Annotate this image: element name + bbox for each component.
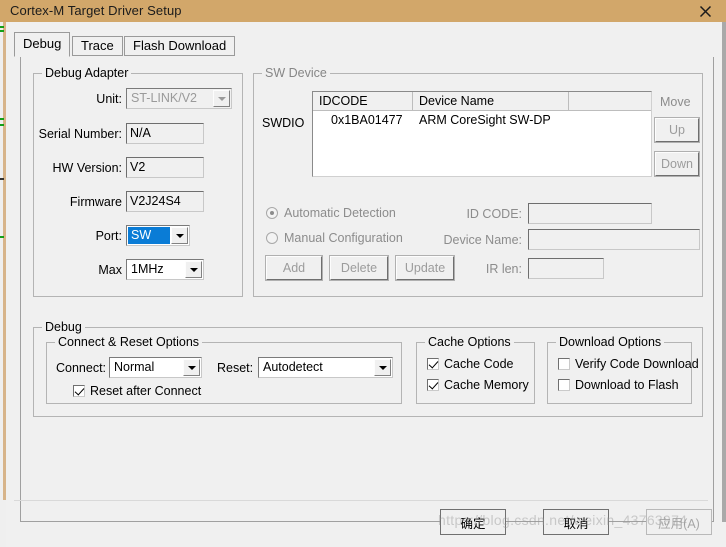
device-name-field[interactable] xyxy=(528,229,700,250)
connect-combo[interactable]: Normal xyxy=(109,357,202,378)
verify-code-download-checkbox[interactable]: Verify Code Download xyxy=(558,357,699,371)
column-header-device-name[interactable]: Device Name xyxy=(413,92,569,110)
debug-group: Debug Connect & Reset Options Connect: N… xyxy=(33,320,703,417)
cache-code-label: Cache Code xyxy=(444,357,514,371)
background-artifact-tick xyxy=(0,124,4,126)
port-label: Port: xyxy=(95,229,122,243)
cache-code-checkbox[interactable]: Cache Code xyxy=(427,357,514,371)
connect-reset-options-group: Connect & Reset Options Connect: Normal … xyxy=(46,335,402,404)
sw-device-legend: SW Device xyxy=(262,66,330,80)
hw-version-label: HW Version: xyxy=(52,161,122,175)
swdio-label: SWDIO xyxy=(262,116,305,130)
checkbox-indicator-icon xyxy=(427,358,439,370)
cell-device-name: ARM CoreSight SW-DP xyxy=(419,113,551,127)
port-combo[interactable]: SW xyxy=(126,225,190,246)
reset-label: Reset: xyxy=(217,361,254,375)
download-to-flash-label: Download to Flash xyxy=(575,378,679,392)
add-button[interactable]: Add xyxy=(265,255,323,281)
window-title: Cortex-M Target Driver Setup xyxy=(10,3,182,18)
tab-strip: Debug Trace Flash Download xyxy=(14,32,714,57)
apply-button[interactable]: 应用(A) xyxy=(646,509,712,535)
checkbox-indicator-icon xyxy=(558,358,570,370)
connect-reset-options-legend: Connect & Reset Options xyxy=(55,335,203,349)
verify-code-download-label: Verify Code Download xyxy=(575,357,699,371)
tab-debug[interactable]: Debug xyxy=(14,32,71,57)
column-header-blank[interactable] xyxy=(569,92,651,110)
radio-indicator-icon xyxy=(266,207,278,219)
cell-idcode: 0x1BA01477 xyxy=(331,113,403,127)
debug-adapter-group: Debug Adapter Unit: ST-LINK/V2 Serial Nu… xyxy=(33,66,243,297)
connect-combo-value: Normal xyxy=(114,360,155,374)
update-button[interactable]: Update xyxy=(395,255,455,281)
debug-adapter-legend: Debug Adapter xyxy=(42,66,132,80)
delete-button[interactable]: Delete xyxy=(329,255,389,281)
serial-number-field: N/A xyxy=(126,123,204,144)
chevron-down-icon[interactable] xyxy=(374,359,391,376)
checkbox-indicator-icon xyxy=(427,379,439,391)
chevron-down-icon[interactable] xyxy=(171,227,188,244)
reset-after-connect-label: Reset after Connect xyxy=(90,384,202,398)
unit-combo[interactable]: ST-LINK/V2 xyxy=(126,88,232,109)
reset-combo[interactable]: Autodetect xyxy=(258,357,393,378)
unit-label: Unit: xyxy=(96,92,122,106)
debug-tab-panel: Debug Adapter Unit: ST-LINK/V2 Serial Nu… xyxy=(20,57,714,522)
table-row[interactable]: 0x1BA01477 ARM CoreSight SW-DP xyxy=(313,111,651,130)
reset-combo-value: Autodetect xyxy=(263,360,323,374)
firmware-field: V2J24S4 xyxy=(126,191,204,212)
cache-options-legend: Cache Options xyxy=(425,335,514,349)
background-artifact-tick xyxy=(0,236,4,238)
radio-indicator-icon xyxy=(266,232,278,244)
automatic-detection-radio[interactable]: Automatic Detection xyxy=(266,206,396,220)
serial-number-label: Serial Number: xyxy=(38,127,122,141)
max-clock-combo[interactable]: 1MHz xyxy=(126,259,204,280)
id-code-field[interactable] xyxy=(528,203,652,224)
tab-trace[interactable]: Trace xyxy=(72,36,123,56)
checkbox-indicator-icon xyxy=(73,385,85,397)
sw-device-group: SW Device SWDIO IDCODE Device Name 0x1BA… xyxy=(253,66,703,297)
hw-version-field: V2 xyxy=(126,157,204,178)
device-name-label: Device Name: xyxy=(443,233,523,247)
background-artifact-tick xyxy=(0,26,4,28)
background-artifact-tick xyxy=(0,178,4,180)
automatic-detection-label: Automatic Detection xyxy=(284,206,396,220)
firmware-label: Firmware xyxy=(69,195,122,209)
move-label: Move xyxy=(660,95,691,109)
close-icon[interactable] xyxy=(694,2,716,20)
chevron-down-icon[interactable] xyxy=(213,90,230,107)
download-options-group: Download Options Verify Code Download Do… xyxy=(547,335,699,404)
column-header-idcode[interactable]: IDCODE xyxy=(313,92,413,110)
title-bar[interactable]: Cortex-M Target Driver Setup xyxy=(0,0,726,22)
manual-configuration-radio[interactable]: Manual Configuration xyxy=(266,231,403,245)
background-artifact-tick xyxy=(0,30,4,32)
cache-memory-checkbox[interactable]: Cache Memory xyxy=(427,378,529,392)
cancel-button[interactable]: 取消 xyxy=(543,509,609,535)
download-options-legend: Download Options xyxy=(556,335,665,349)
ir-len-field[interactable] xyxy=(528,258,604,279)
window-right-edge xyxy=(722,22,726,522)
move-up-button[interactable]: Up xyxy=(654,117,700,143)
ok-button[interactable]: 确定 xyxy=(440,509,506,535)
chevron-down-icon[interactable] xyxy=(183,359,200,376)
sw-device-table-header: IDCODE Device Name xyxy=(313,92,651,111)
dialog-client-area: Debug Trace Flash Download Debug Adapter… xyxy=(6,22,722,547)
panel-separator xyxy=(14,500,708,501)
cache-memory-label: Cache Memory xyxy=(444,378,529,392)
connect-label: Connect: xyxy=(56,361,107,375)
debug-group-legend: Debug xyxy=(42,320,85,334)
sw-device-listview[interactable]: IDCODE Device Name 0x1BA01477 ARM CoreSi… xyxy=(312,91,652,177)
max-clock-combo-value: 1MHz xyxy=(131,262,164,276)
id-code-label: ID CODE: xyxy=(466,207,522,221)
background-artifact-tick xyxy=(0,118,4,120)
reset-after-connect-checkbox[interactable]: Reset after Connect xyxy=(73,384,201,398)
download-to-flash-checkbox[interactable]: Download to Flash xyxy=(558,378,679,392)
checkbox-indicator-icon xyxy=(558,379,570,391)
cache-options-group: Cache Options Cache Code Cache Memory xyxy=(416,335,535,404)
tab-flash-download[interactable]: Flash Download xyxy=(124,36,236,56)
max-clock-label: Max xyxy=(98,263,122,277)
move-down-button[interactable]: Down xyxy=(654,151,700,177)
chevron-down-icon[interactable] xyxy=(185,261,202,278)
port-combo-value: SW xyxy=(128,227,170,244)
unit-combo-value: ST-LINK/V2 xyxy=(131,91,197,105)
